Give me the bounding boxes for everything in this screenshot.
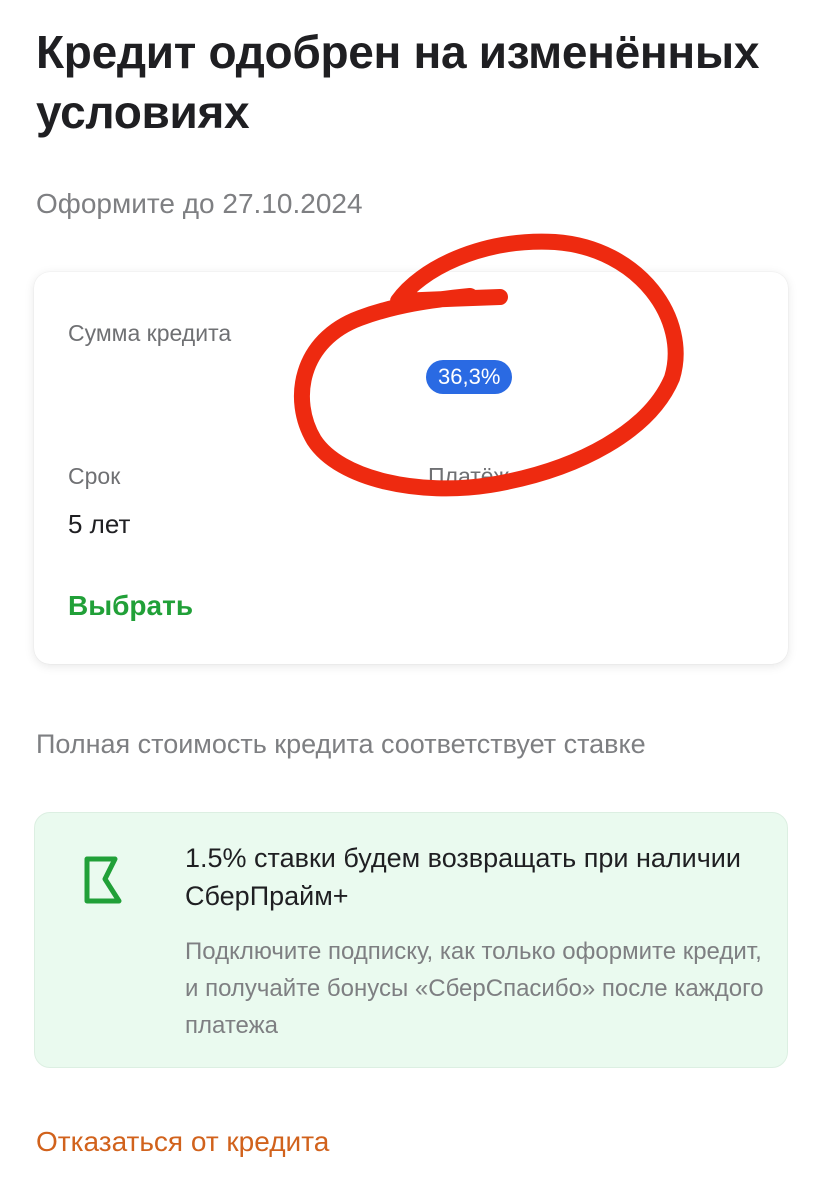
loan-amount-label: Сумма кредита (68, 320, 232, 346)
deadline-text: Оформите до 27.10.2024 (36, 188, 363, 219)
loan-term-value: 5 лет (68, 509, 131, 539)
monthly-payment-label: Платёж (428, 463, 509, 489)
page-title: Кредит одобрен на изменённых условиях (36, 26, 760, 138)
loan-term-label: Срок (68, 463, 121, 489)
interest-rate-badge: 36,3% (426, 360, 513, 394)
promo-title: 1.5% ставки будем возвращать при наличии… (185, 843, 741, 911)
choose-button[interactable]: Выбрать (68, 588, 193, 624)
loan-offer-card: Сумма кредита 36,3% Срок 5 лет Платёж Вы… (34, 272, 788, 664)
full-cost-note: Полная стоимость кредита соответствует с… (36, 729, 646, 759)
sberprime-promo-card: 1.5% ставки будем возвращать при наличии… (34, 812, 788, 1068)
flag-icon (84, 856, 122, 904)
decline-loan-button[interactable]: Отказаться от кредита (36, 1124, 329, 1160)
promo-description: Подключите подписку, как только оформите… (185, 938, 764, 1039)
